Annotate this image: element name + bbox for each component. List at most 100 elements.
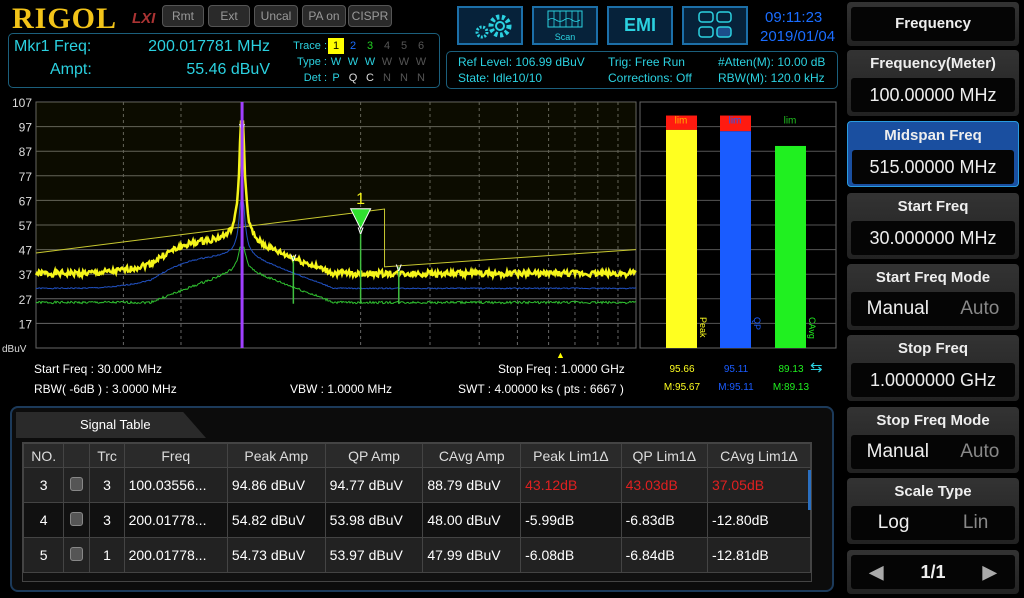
trace-numbers-1[interactable]: 1 [328,38,344,54]
table-cell: 53.97 dBuV [324,537,424,573]
softkey-value: 30.000000 MHz [851,220,1015,255]
signal-marker-icon[interactable]: v [290,250,296,264]
page-indicator: 1/1 [920,562,946,582]
table-cell: 54.73 dBuV [226,537,326,573]
column-header[interactable]: NO. [23,443,65,468]
trace-info[interactable]: Trace :1 2 3 4 5 6 Type : W W W W W W Det :PQCNNN [285,38,429,86]
softkey-start-freq-mode[interactable]: Start Freq Mode Manual Auto [847,263,1019,330]
column-header[interactable] [63,443,91,468]
column-header[interactable]: CAvg Lim1Δ [706,443,811,468]
trace-dets-6[interactable]: N [413,70,429,86]
menu-title: Frequency [847,2,1019,46]
column-header[interactable]: QP Lim1Δ [620,443,708,468]
column-header[interactable]: Peak Amp [226,443,326,468]
scan-button[interactable]: Scan [532,6,598,45]
trace-dets-1[interactable]: P [328,70,344,86]
trace-types-4[interactable]: W [379,54,395,70]
table-cell: 53.98 dBuV [324,502,424,538]
table-cell: 3 [89,467,125,503]
trace-dets-2[interactable]: Q [345,70,361,86]
column-header[interactable]: QP Amp [324,443,424,468]
table-row[interactable]: 3 3 100.03556... 94.86 dBuV 94.77 dBuV 88.79 … [23,467,811,503]
trace-types-6[interactable]: W [413,54,429,70]
option-unselected[interactable]: Lin [963,506,988,540]
softkey-frequency-meter[interactable]: Frequency(Meter) 100.00000 MHz [847,50,1019,116]
softkey-scale-type[interactable]: Scale Type Log Lin [847,477,1019,544]
meter-max: M:95.11 [718,382,754,393]
signal-table: NO. Trc Freq Peak Amp QP Amp CAvg Amp Peak Lim… [23,443,811,573]
trace-types-3[interactable]: W [362,54,378,70]
y-tick-label: 57 [19,219,33,233]
trace-types-2[interactable]: W [345,54,361,70]
softkey-stop-freq-mode[interactable]: Stop Freq Mode Manual Auto [847,406,1019,473]
softkey-start-freq[interactable]: Start Freq 30.000000 MHz [847,192,1019,259]
status-pa-on: PA on [302,5,346,27]
softkey-label: Stop Freq Mode [876,411,990,429]
status-ext: Ext [208,5,250,27]
row-checkbox[interactable] [63,467,91,503]
trigger[interactable]: Trig: Free Run [608,55,685,69]
trace-numbers-3[interactable]: 3 [362,38,378,54]
y-tick-label: 77 [19,170,33,184]
signal-table-wrapper[interactable]: NO. Trc Freq Peak Amp QP Amp CAvg Amp Peak Lim… [22,442,812,582]
softkey-label: Start Freq [897,197,969,215]
column-header[interactable]: Freq [123,443,228,468]
status-cispr: CISPR [348,5,392,27]
tab-signal-table[interactable]: Signal Table [16,412,206,438]
table-row[interactable]: 4 3 200.01778... 54.82 dBuV 53.98 dBuV 48.00 … [23,502,811,538]
y-tick-label: 107 [12,96,32,110]
ref-level[interactable]: Ref Level: 106.99 dBuV [458,55,585,69]
next-page-icon[interactable]: ▶ [983,555,997,589]
option-unselected[interactable]: Auto [960,435,999,469]
softkey-stop-freq[interactable]: Stop Freq 1.0000000 GHz [847,335,1019,402]
signal-marker-icon[interactable]: v [396,260,402,274]
meter-name: CAvg [807,317,817,339]
table-scrollbar[interactable] [808,470,811,510]
column-header[interactable]: Trc [89,443,125,468]
refresh-icon[interactable]: ⇆ [810,358,823,376]
rigol-logo: RIGOL [12,2,118,35]
meter-bar-peak [666,129,697,348]
option-selected[interactable]: Manual [867,292,929,326]
trace-dets-4[interactable]: N [379,70,395,86]
attenuation[interactable]: #Atten(M): 10.00 dB [718,55,825,69]
table-cell: 200.01778... [123,537,228,573]
type-label: Type : [297,56,327,68]
rbw-meter[interactable]: RBW(M): 120.0 kHz [718,71,825,85]
trace-dets-3[interactable]: C [362,70,378,86]
start-freq-readout: Start Freq : 30.000 MHz [34,362,163,376]
row-checkbox[interactable] [63,537,91,573]
trace-numbers-2[interactable]: 2 [345,38,361,54]
marker-ampt-value: 55.46 dBuV [186,61,270,78]
option-unselected[interactable]: Auto [960,292,999,326]
table-header-row: NO. Trc Freq Peak Amp QP Amp CAvg Amp Peak Lim… [23,443,811,468]
corrections[interactable]: Corrections: Off [608,71,692,85]
meter-bar-cavg [775,145,806,348]
trace-types-1[interactable]: W [328,54,344,70]
trace-dets-5[interactable]: N [396,70,412,86]
table-cell: -6.83dB [620,502,708,538]
softkey-midspan-freq[interactable]: Midspan Freq 515.00000 MHz [847,121,1019,188]
clock-date: 2019/01/04 [760,28,836,45]
spectrum-plot[interactable]: 107978777675747372717dBuVvvvv1 [0,95,640,357]
option-selected[interactable]: Log [878,506,910,540]
layout-button[interactable] [682,6,748,45]
trace-numbers-5[interactable]: 5 [396,38,412,54]
softkey-value: 515.00000 MHz [852,150,1014,185]
trace-numbers-4[interactable]: 4 [379,38,395,54]
emi-button[interactable]: EMI [607,6,673,45]
marker-position-indicator: ▲ [556,350,565,360]
prev-page-icon[interactable]: ◀ [870,555,884,589]
column-header[interactable]: Peak Lim1Δ [520,443,622,468]
table-cell: 37.05dB [706,467,811,503]
row-checkbox[interactable] [63,502,91,538]
table-row[interactable]: 5 1 200.01778... 54.73 dBuV 53.97 dBuV 47.99 … [23,537,811,573]
trace-types-5[interactable]: W [396,54,412,70]
trace-numbers-6[interactable]: 6 [413,38,429,54]
column-header[interactable]: CAvg Amp [422,443,522,468]
softkey-label: Stop Freq [898,340,968,358]
option-selected[interactable]: Manual [867,435,929,469]
softkey-value: 1.0000000 GHz [851,363,1015,398]
marker-ampt-label: Ampt: [50,61,92,78]
settings-button[interactable] [457,6,523,45]
